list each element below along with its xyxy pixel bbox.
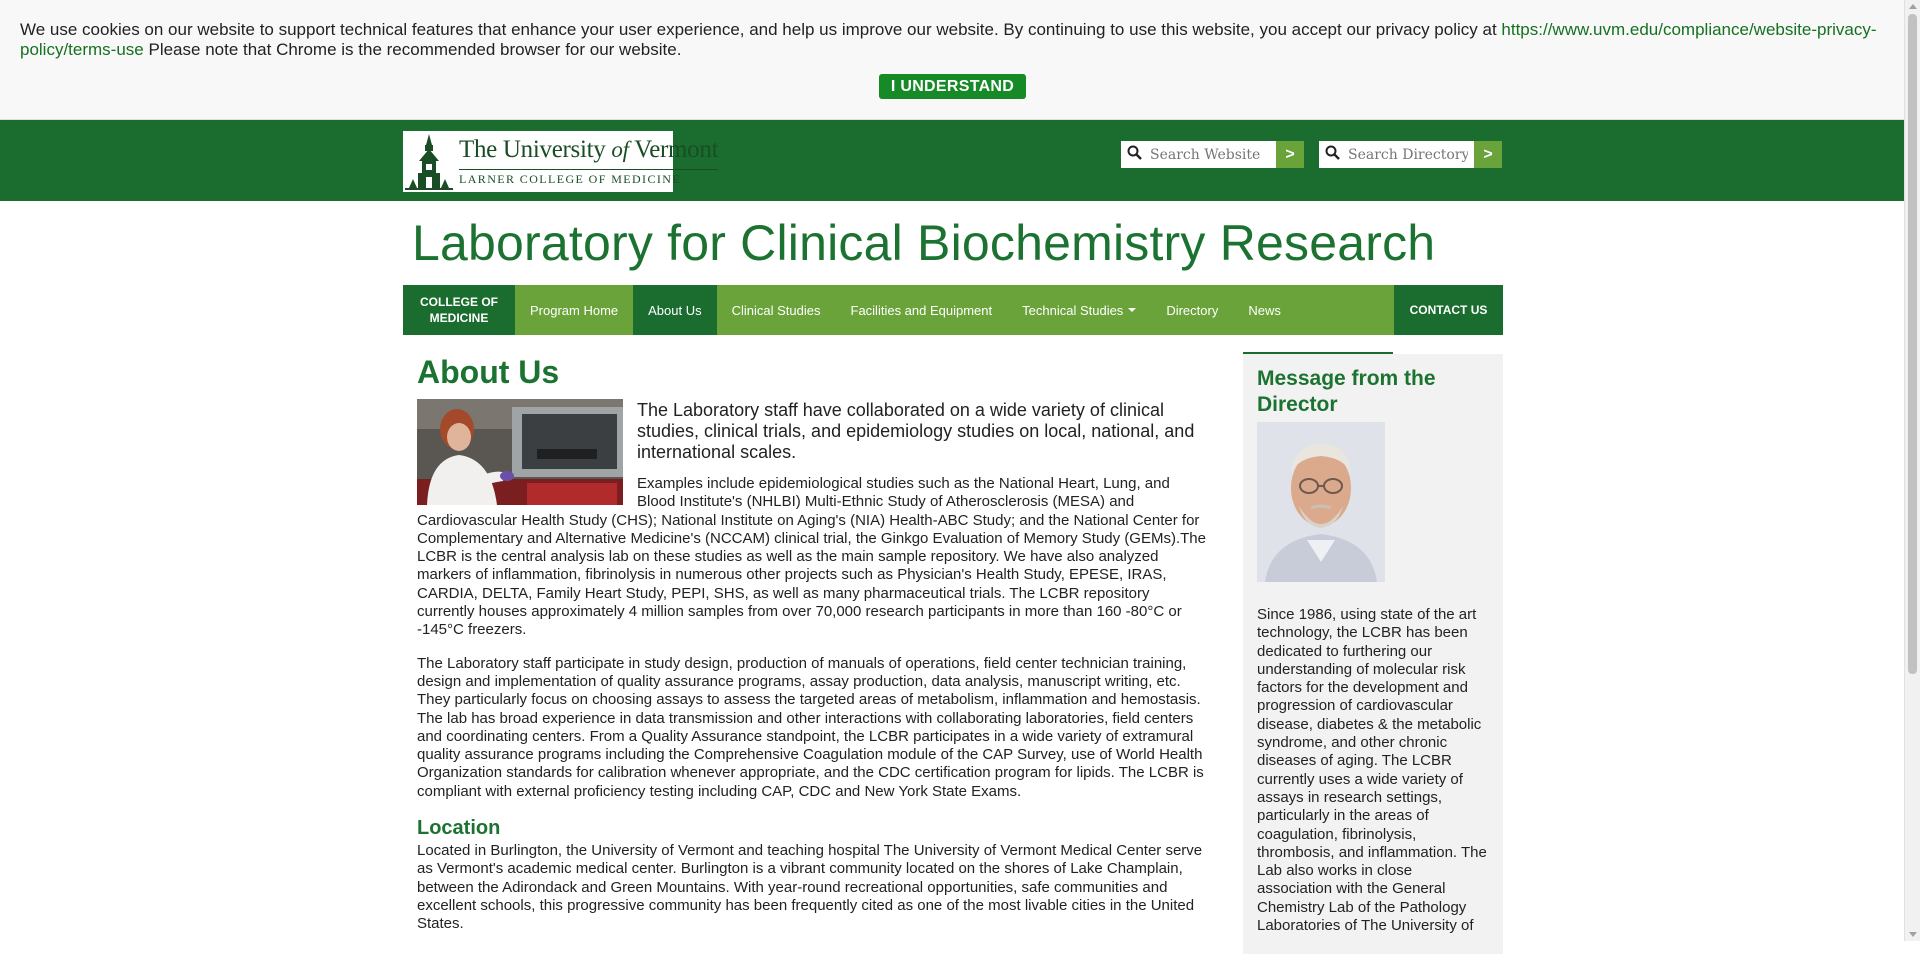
search-directory-go-button[interactable]: > [1474, 141, 1502, 168]
nav-item-clinical-studies[interactable]: Clinical Studies [717, 285, 836, 335]
cookie-banner: We use cookies on our website to support… [0, 0, 1904, 120]
search-directory: > [1319, 141, 1502, 168]
cookie-text: We use cookies on our website to support… [20, 20, 1502, 39]
scroll-up-arrow-icon[interactable] [1909, 4, 1917, 9]
site-title: Laboratory for Clinical Biochemistry Res… [412, 215, 1436, 271]
staff-paragraph: The Laboratory staff participate in stud… [417, 654, 1204, 800]
nav-item-directory[interactable]: Directory [1151, 285, 1233, 335]
director-heading: Message from the Director [1257, 367, 1436, 416]
logo-subtitle: LARNER COLLEGE OF MEDICINE [459, 168, 719, 187]
scroll-down-arrow-icon[interactable] [1909, 932, 1917, 937]
logo-of: of [611, 136, 629, 162]
search-website-go-button[interactable]: > [1276, 141, 1304, 168]
main-nav: COLLEGE OF MEDICINE Program Home About U… [403, 285, 1503, 335]
page-heading: About Us [417, 354, 560, 390]
page-scrollbar[interactable] [1904, 0, 1920, 941]
search-directory-input[interactable] [1346, 145, 1470, 164]
search-icon [1127, 145, 1142, 165]
search-website-input[interactable] [1148, 145, 1272, 164]
contact-us-button[interactable]: CONTACT US [1394, 285, 1503, 335]
scrollbar-thumb[interactable] [1908, 14, 1917, 674]
search-website: > [1121, 141, 1304, 168]
main-content: About Us The Laboratory staff have colla… [417, 350, 1207, 934]
lab-technician-photo [417, 399, 623, 505]
director-message-text: Since 1986, using state of the art techn… [1257, 606, 1487, 935]
nav-item-news[interactable]: News [1233, 285, 1296, 335]
tower-logo-icon [403, 131, 455, 192]
search-icon [1325, 145, 1340, 165]
nav-item-about-us[interactable]: About Us [633, 285, 717, 335]
i-understand-button[interactable]: I UNDERSTAND [879, 74, 1026, 99]
location-heading: Location [417, 817, 501, 840]
logo-line1: The University [459, 135, 606, 163]
nav-college-of-medicine[interactable]: COLLEGE OF MEDICINE [403, 285, 515, 335]
location-text: Located in Burlington, the University of… [417, 842, 1203, 933]
caret-down-icon [1128, 308, 1137, 312]
nav-item-technical-studies[interactable]: Technical Studies [1007, 285, 1151, 335]
nav-item-facilities-equipment[interactable]: Facilities and Equipment [836, 285, 1008, 335]
logo-line2: Vermont [634, 135, 719, 163]
nav-item-technical-studies-label: Technical Studies [1022, 302, 1124, 318]
nav-item-program-home[interactable]: Program Home [515, 285, 633, 335]
director-photo [1257, 422, 1385, 582]
header-bar [0, 120, 1904, 201]
cookie-note: Please note that Chrome is the recommend… [143, 40, 682, 59]
director-message-sidebar: Message from the Director Since 1986, us… [1243, 354, 1503, 954]
uvm-logo[interactable]: The University of Vermont LARNER COLLEGE… [403, 131, 719, 192]
